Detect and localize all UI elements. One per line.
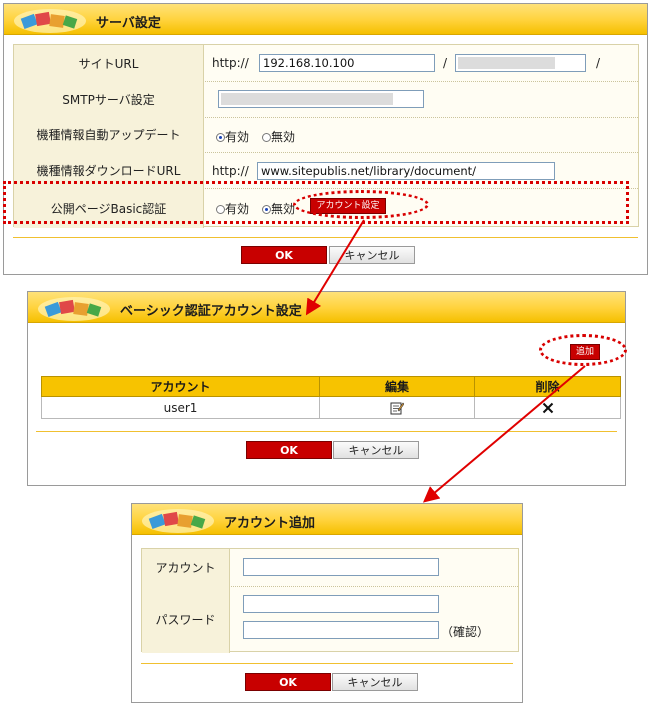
add-cancel-button[interactable]: キャンセル: [332, 673, 418, 691]
auto-update-on-option[interactable]: 有効: [216, 128, 249, 145]
add-account-divider: [141, 663, 513, 664]
auto-update-row: 機種情報自動アップデート 有効 無効: [14, 117, 638, 153]
smtp-row: SMTPサーバ設定: [14, 81, 638, 118]
app-logo-icon: [14, 9, 86, 33]
auto-update-off-radio[interactable]: [262, 133, 271, 142]
password-row: パスワード （確認）: [142, 586, 518, 653]
auto-update-on-text: 有効: [225, 130, 250, 144]
site-url-row: サイトURL http:// 192.168.10.100 / /: [14, 45, 638, 82]
app-logo-icon: [142, 509, 214, 533]
server-settings-titlebar: サーバ設定: [4, 4, 647, 35]
smtp-server-input[interactable]: [218, 90, 424, 108]
app-logo-icon: [38, 297, 110, 321]
column-header-edit: 編集: [319, 376, 475, 397]
column-header-account: アカウント: [41, 376, 320, 397]
auto-update-on-radio[interactable]: [216, 133, 225, 142]
add-button-highlight: [539, 334, 627, 366]
site-url-prefix: http://: [212, 56, 249, 70]
password-confirm-label: （確認）: [441, 625, 490, 639]
accounts-table-header: アカウント 編集 削除: [41, 376, 621, 397]
add-account-titlebar: アカウント追加: [132, 504, 522, 535]
edit-cell: [319, 396, 475, 419]
password-confirm-input[interactable]: [243, 621, 439, 639]
server-settings-divider: [13, 237, 638, 238]
smtp-label: SMTPサーバ設定: [14, 81, 204, 117]
password-label: パスワード: [142, 586, 230, 653]
server-cancel-button[interactable]: キャンセル: [329, 246, 415, 264]
account-input[interactable]: [243, 558, 439, 576]
basic-auth-accounts-title: ベーシック認証アカウント設定: [120, 304, 302, 319]
auto-update-off-text: 無効: [271, 130, 296, 144]
server-ok-button[interactable]: OK: [241, 246, 327, 264]
account-label: アカウント: [142, 549, 230, 586]
delete-cell: [474, 396, 621, 419]
basic-ok-button[interactable]: OK: [246, 441, 332, 459]
site-url-host-input[interactable]: 192.168.10.100: [259, 54, 435, 72]
account-settings-highlight: [293, 190, 429, 219]
accounts-table: アカウント 編集 削除 user1: [41, 376, 621, 419]
server-settings-title: サーバ設定: [96, 16, 161, 31]
basic-cancel-button[interactable]: キャンセル: [333, 441, 419, 459]
download-url-input[interactable]: www.sitepublis.net/library/document/: [257, 162, 555, 180]
add-ok-button[interactable]: OK: [245, 673, 331, 691]
column-header-delete: 削除: [474, 376, 621, 397]
site-url-trailing: /: [596, 56, 601, 70]
add-account-panel: アカウント追加 アカウント パスワード （確認） OK キャンセル: [131, 503, 523, 703]
account-row: アカウント: [142, 549, 518, 587]
site-url-path-input[interactable]: [455, 54, 586, 72]
auto-update-label: 機種情報自動アップデート: [14, 117, 204, 152]
add-account-title: アカウント追加: [224, 516, 316, 531]
table-row: user1: [41, 396, 621, 419]
basic-auth-divider: [36, 431, 617, 432]
account-cell: user1: [41, 396, 320, 419]
auto-update-off-option[interactable]: 無効: [262, 128, 295, 145]
delete-icon[interactable]: [542, 402, 554, 414]
server-settings-panel: サーバ設定 サイトURL http:// 192.168.10.100 / / …: [3, 3, 648, 275]
password-input[interactable]: [243, 595, 439, 613]
site-url-separator: /: [443, 56, 448, 70]
download-url-prefix: http://: [212, 164, 249, 178]
basic-auth-accounts-panel: ベーシック認証アカウント設定 追加 アカウント 編集 削除 user1 OK キ…: [27, 291, 626, 486]
add-account-form: アカウント パスワード （確認）: [141, 548, 519, 653]
site-url-label: サイトURL: [14, 45, 204, 81]
edit-icon[interactable]: [390, 401, 405, 415]
basic-auth-accounts-titlebar: ベーシック認証アカウント設定: [28, 292, 625, 323]
